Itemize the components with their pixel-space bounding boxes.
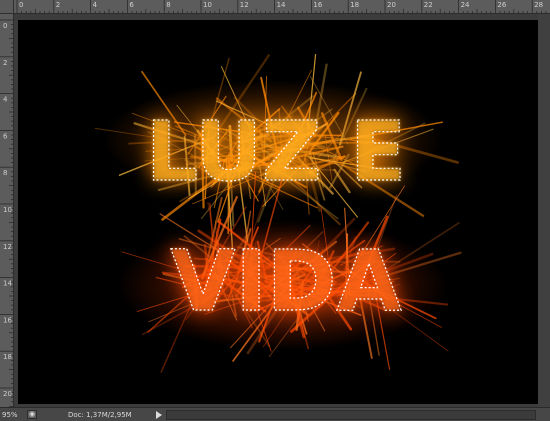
ruler-tick-label: 16 [3,316,12,324]
zoom-level[interactable]: 95% [2,410,22,420]
vertical-ruler-scale: 0 2 4 6 8 10 12 14 16 18 20 [0,19,14,407]
status-bar: 95% ◉ Doc: 1,37M/2,95M [0,407,550,421]
ruler-origin[interactable] [0,0,14,14]
document-status-icon[interactable]: ◉ [27,410,37,419]
ruler-tick-label: 22 [424,1,433,9]
ruler-tick-label: 6 [129,1,134,9]
horizontal-scrollbar[interactable] [166,410,536,420]
ruler-tick-label: 10 [3,206,12,214]
ruler-tick-label: 18 [350,1,359,9]
ruler-tick-label: 8 [3,169,7,177]
ruler-tick-label: 12 [3,243,12,251]
vertical-scrollbar[interactable] [538,14,550,407]
ruler-tick-label: 4 [93,1,98,9]
ruler-tick-label: 16 [313,1,322,9]
ruler-tick-label: 14 [277,1,286,9]
ruler-tick-label: 2 [3,59,7,67]
ruler-tick-label: 8 [166,1,170,9]
ruler-tick-label: 18 [3,353,12,361]
ruler-tick-label: 24 [461,1,470,9]
ruler-tick-label: 26 [497,1,506,9]
ruler-tick-label: 6 [3,132,8,140]
ruler-tick-label: 20 [387,1,396,9]
ruler-tick-label: 28 [534,1,543,9]
ruler-tick-label: 14 [3,280,12,288]
ruler-tick-label: 0 [3,22,7,30]
artwork: LUZ E LUZ E LUZ E VIDA VIDA VIDA [94,53,462,373]
ruler-tick-label: 20 [3,390,12,398]
horizontal-ruler[interactable]: 0 2 4 6 8 10 12 14 16 18 20 22 24 26 28 [14,0,550,14]
ruler-tick-label: 4 [3,96,8,104]
ruler-tick-label: 2 [56,1,60,9]
document-info: Doc: 1,37M/2,95M [68,411,132,419]
document-canvas[interactable]: LUZ E LUZ E LUZ E VIDA VIDA VIDA [18,20,538,404]
menu-arrow-icon[interactable] [155,411,163,419]
ruler-tick-label: 10 [203,1,212,9]
horizontal-ruler-scale: 0 2 4 6 8 10 12 14 16 18 20 22 24 26 28 [16,0,547,14]
ruler-tick-label: 0 [19,1,23,9]
ruler-tick-label: 12 [240,1,249,9]
title-line2-selection: VIDA [171,232,402,330]
canvas-area[interactable]: LUZ E LUZ E LUZ E VIDA VIDA VIDA [14,14,550,407]
vertical-ruler[interactable]: 0 2 4 6 8 10 12 14 16 18 20 [0,14,14,407]
title-line1-selection: LUZ E [146,105,406,200]
